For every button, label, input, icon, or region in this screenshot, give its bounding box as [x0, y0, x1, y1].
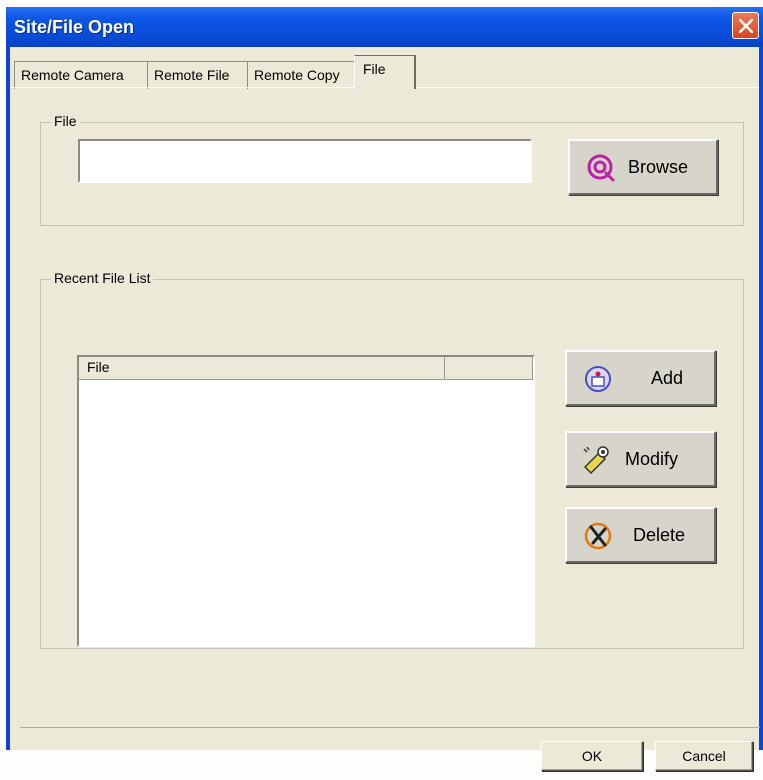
add-button-label: Add: [651, 367, 684, 388]
delete-button-label: Delete: [633, 524, 686, 545]
modify-button-label: Modify: [625, 448, 679, 469]
add-icon: [585, 366, 611, 392]
tab-remote-file[interactable]: Remote File: [147, 61, 248, 89]
browse-button-label: Browse: [628, 156, 689, 177]
dialog-body: Remote Camera Remote File Remote Copy Fi…: [10, 47, 760, 771]
list-header: File: [79, 357, 533, 380]
column-header-file[interactable]: File: [79, 357, 445, 379]
close-icon: [739, 19, 753, 33]
delete-icon: [584, 522, 612, 550]
modify-icon: [583, 446, 609, 475]
tab-strip: Remote Camera Remote File Remote Copy Fi…: [10, 47, 759, 89]
modify-button[interactable]: Modify: [565, 431, 716, 487]
ok-button[interactable]: OK: [541, 741, 643, 771]
tab-remote-camera[interactable]: Remote Camera: [14, 61, 148, 89]
window-title: Site/File Open: [14, 17, 135, 37]
footer-separator: [20, 727, 760, 728]
recent-file-group-label: Recent File List: [51, 270, 154, 286]
recent-file-list[interactable]: File: [77, 355, 535, 647]
delete-button[interactable]: Delete: [565, 507, 716, 563]
file-group-label: File: [51, 113, 80, 129]
file-path-input[interactable]: [78, 139, 532, 183]
title-bar[interactable]: Site/File Open: [6, 7, 763, 47]
close-button[interactable]: [732, 12, 759, 39]
tab-file[interactable]: File: [354, 55, 416, 89]
browse-button[interactable]: Browse: [568, 139, 718, 195]
dialog-window: Site/File Open Remote Camera Remote File…: [6, 7, 763, 771]
add-button[interactable]: Add: [565, 350, 716, 406]
cancel-button[interactable]: Cancel: [655, 741, 753, 771]
column-header-blank[interactable]: [445, 357, 533, 379]
tab-remote-copy[interactable]: Remote Copy: [247, 61, 355, 89]
browse-icon: [587, 154, 615, 182]
